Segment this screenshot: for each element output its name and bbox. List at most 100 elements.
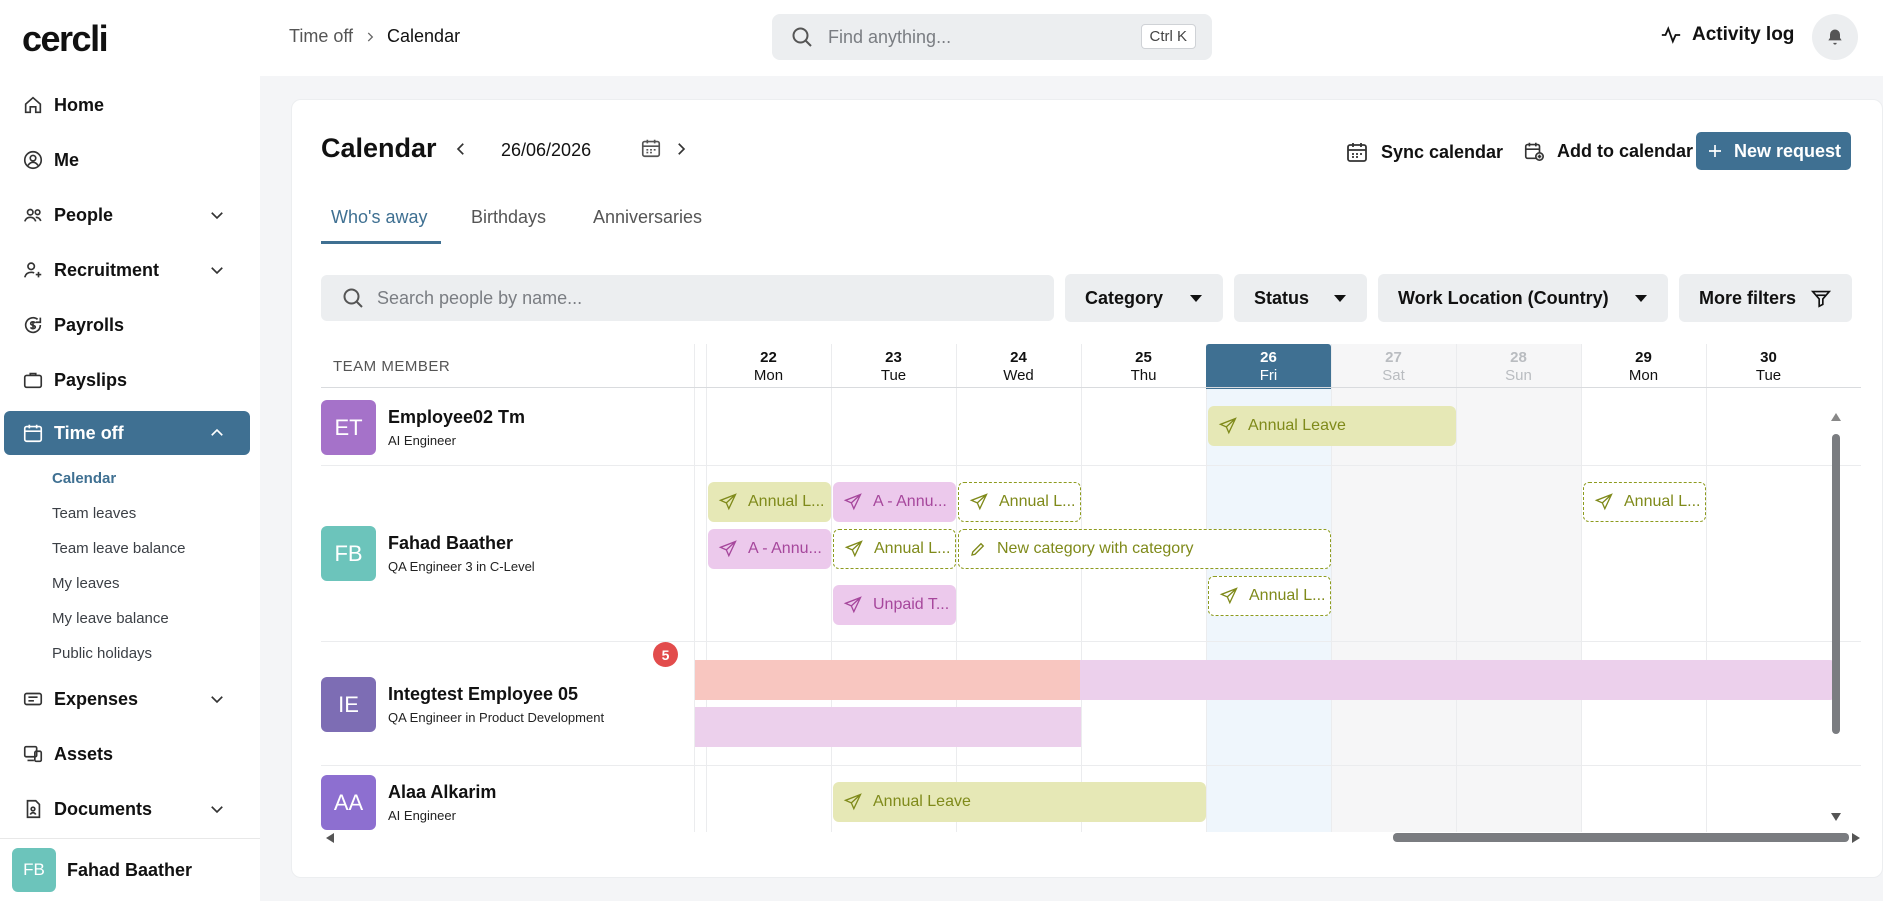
- sidebar-item-payrolls[interactable]: Payrolls: [4, 303, 250, 347]
- leave-count-badge[interactable]: 5: [653, 642, 678, 667]
- avatar: IE: [321, 677, 376, 732]
- sidebar-subitem-public-holidays[interactable]: Public holidays: [52, 645, 152, 662]
- user-circle-icon: [23, 150, 43, 170]
- status-filter-label: Status: [1254, 287, 1310, 308]
- day-name: Mon: [753, 367, 784, 384]
- day-header: 29 Mon: [1581, 344, 1706, 389]
- leave-event-pending[interactable]: Annual L...: [958, 482, 1081, 522]
- scroll-left-arrow-icon: [326, 833, 334, 843]
- plane-icon: [1219, 587, 1238, 605]
- leave-event[interactable]: A - Annu...: [833, 482, 956, 522]
- leave-event[interactable]: Annual Leave: [1208, 406, 1456, 446]
- sidebar-subitem-my-leave-balance[interactable]: My leave balance: [52, 610, 169, 627]
- sidebar-item-documents[interactable]: Documents: [4, 787, 250, 831]
- tab-birthdays[interactable]: Birthdays: [471, 207, 546, 228]
- leave-event-pending[interactable]: Annual L...: [833, 529, 956, 569]
- add-to-calendar-label: Add to calendar: [1557, 140, 1694, 161]
- leave-event-label: Unpaid T...: [873, 596, 950, 613]
- search-placeholder: Find anything...: [828, 26, 952, 47]
- day-number: 25: [1135, 349, 1152, 366]
- sidebar-item-label: Me: [54, 149, 80, 170]
- sidebar-subitem-calendar[interactable]: Calendar: [52, 470, 116, 487]
- tab-whos-away[interactable]: Who's away: [331, 207, 427, 228]
- team-member[interactable]: FB Fahad Baather QA Engineer 3 in C-Leve…: [321, 526, 535, 581]
- tab-anniversaries[interactable]: Anniversaries: [593, 207, 702, 228]
- team-member[interactable]: ET Employee02 Tm AI Engineer: [321, 400, 525, 455]
- day-name: Fri: [1259, 367, 1278, 384]
- vertical-scroll-thumb[interactable]: [1832, 434, 1840, 734]
- member-name: Fahad Baather: [388, 533, 514, 553]
- sidebar-item-label: Assets: [54, 743, 114, 764]
- sidebar-item-people[interactable]: People: [4, 193, 250, 237]
- sidebar-item-time-off[interactable]: Time off: [4, 411, 250, 455]
- sidebar-subitem-my-leaves[interactable]: My leaves: [52, 575, 120, 592]
- calendar-picker-icon[interactable]: [640, 137, 662, 159]
- sidebar-item-label: Time off: [54, 422, 124, 443]
- leave-bar[interactable]: [695, 660, 1080, 700]
- day-name: Tue: [1755, 367, 1782, 384]
- sync-calendar-button[interactable]: Sync calendar: [1345, 140, 1503, 164]
- leave-event-label: Annual L...: [1624, 493, 1701, 510]
- leave-event-pending[interactable]: Annual L...: [1208, 576, 1331, 616]
- plane-icon: [718, 540, 737, 558]
- plane-icon: [718, 493, 737, 511]
- day-number: 28: [1510, 349, 1527, 366]
- horizontal-scrollbar[interactable]: [321, 830, 1861, 844]
- sidebar-item-recruitment[interactable]: Recruitment: [4, 248, 250, 292]
- notifications-button[interactable]: [1812, 14, 1858, 60]
- team-member[interactable]: AA Alaa Alkarim AI Engineer: [321, 775, 496, 830]
- status-filter[interactable]: Status: [1234, 274, 1367, 322]
- add-to-calendar-button[interactable]: Add to calendar: [1523, 140, 1693, 162]
- home-icon: [24, 96, 42, 114]
- chevron-right-icon[interactable]: [672, 140, 690, 158]
- leave-event[interactable]: Annual Leave: [833, 782, 1206, 822]
- breadcrumb-parent[interactable]: Time off: [289, 26, 353, 47]
- leave-bar[interactable]: [1080, 660, 1836, 700]
- plane-icon: [844, 540, 863, 558]
- leave-event-pending[interactable]: Annual L...: [1583, 482, 1706, 522]
- row-divider: [321, 765, 1861, 766]
- sidebar-item-label: People: [54, 204, 114, 225]
- new-request-button[interactable]: New request: [1696, 132, 1851, 170]
- sidebar-item-home[interactable]: Home: [4, 83, 250, 127]
- team-member[interactable]: IE Integtest Employee 05 QA Engineer in …: [321, 677, 604, 732]
- brand-logo[interactable]: cercli: [22, 18, 109, 60]
- day-header: 30 Tue: [1706, 344, 1831, 389]
- leave-event[interactable]: Annual L...: [708, 482, 831, 522]
- leave-event-label: A - Annu...: [748, 540, 822, 557]
- sidebar-item-expenses[interactable]: Expenses: [4, 677, 250, 721]
- sidebar-subitem-team-leave-balance[interactable]: Team leave balance: [52, 540, 185, 557]
- horizontal-scroll-thumb[interactable]: [1393, 833, 1849, 842]
- member-role: AI Engineer: [388, 808, 456, 823]
- sidebar-item-me[interactable]: Me: [4, 138, 250, 182]
- more-filters-button[interactable]: More filters: [1679, 274, 1852, 322]
- chevron-left-icon[interactable]: [452, 140, 470, 158]
- leave-event[interactable]: A - Annu...: [708, 529, 831, 569]
- sidebar-item-label: Expenses: [54, 688, 139, 709]
- activity-icon: [1661, 26, 1681, 44]
- day-name: Wed: [1003, 367, 1034, 384]
- devices-icon: [23, 745, 43, 763]
- category-filter[interactable]: Category: [1065, 274, 1223, 322]
- sidebar-item-payslips[interactable]: Payslips: [4, 358, 250, 402]
- plane-icon: [1594, 493, 1613, 511]
- current-user[interactable]: FB Fahad Baather: [0, 838, 260, 901]
- day-number: 23: [885, 349, 902, 366]
- activity-log-button[interactable]: Activity log: [1660, 24, 1794, 46]
- day-name: Tue: [880, 367, 907, 384]
- leave-event-label: Annual Leave: [873, 793, 971, 810]
- sidebar-subitem-team-leaves[interactable]: Team leaves: [52, 505, 136, 522]
- current-date[interactable]: 26/06/2026: [501, 140, 591, 161]
- vertical-scrollbar[interactable]: [1830, 412, 1842, 822]
- day-column-weekend: [1456, 344, 1581, 832]
- people-icon: [23, 208, 42, 222]
- work-location-filter[interactable]: Work Location (Country): [1378, 274, 1668, 322]
- leave-event-pending[interactable]: New category with category: [958, 529, 1331, 569]
- people-search-input[interactable]: Search people by name...: [321, 275, 1054, 321]
- sidebar-item-assets[interactable]: Assets: [4, 732, 250, 776]
- day-name: Sun: [1505, 367, 1532, 384]
- global-search-input[interactable]: Find anything... Ctrl K: [772, 14, 1212, 60]
- chevron-down-icon: [211, 212, 223, 220]
- leave-event[interactable]: Unpaid T...: [833, 585, 956, 625]
- leave-bar[interactable]: [695, 707, 1081, 747]
